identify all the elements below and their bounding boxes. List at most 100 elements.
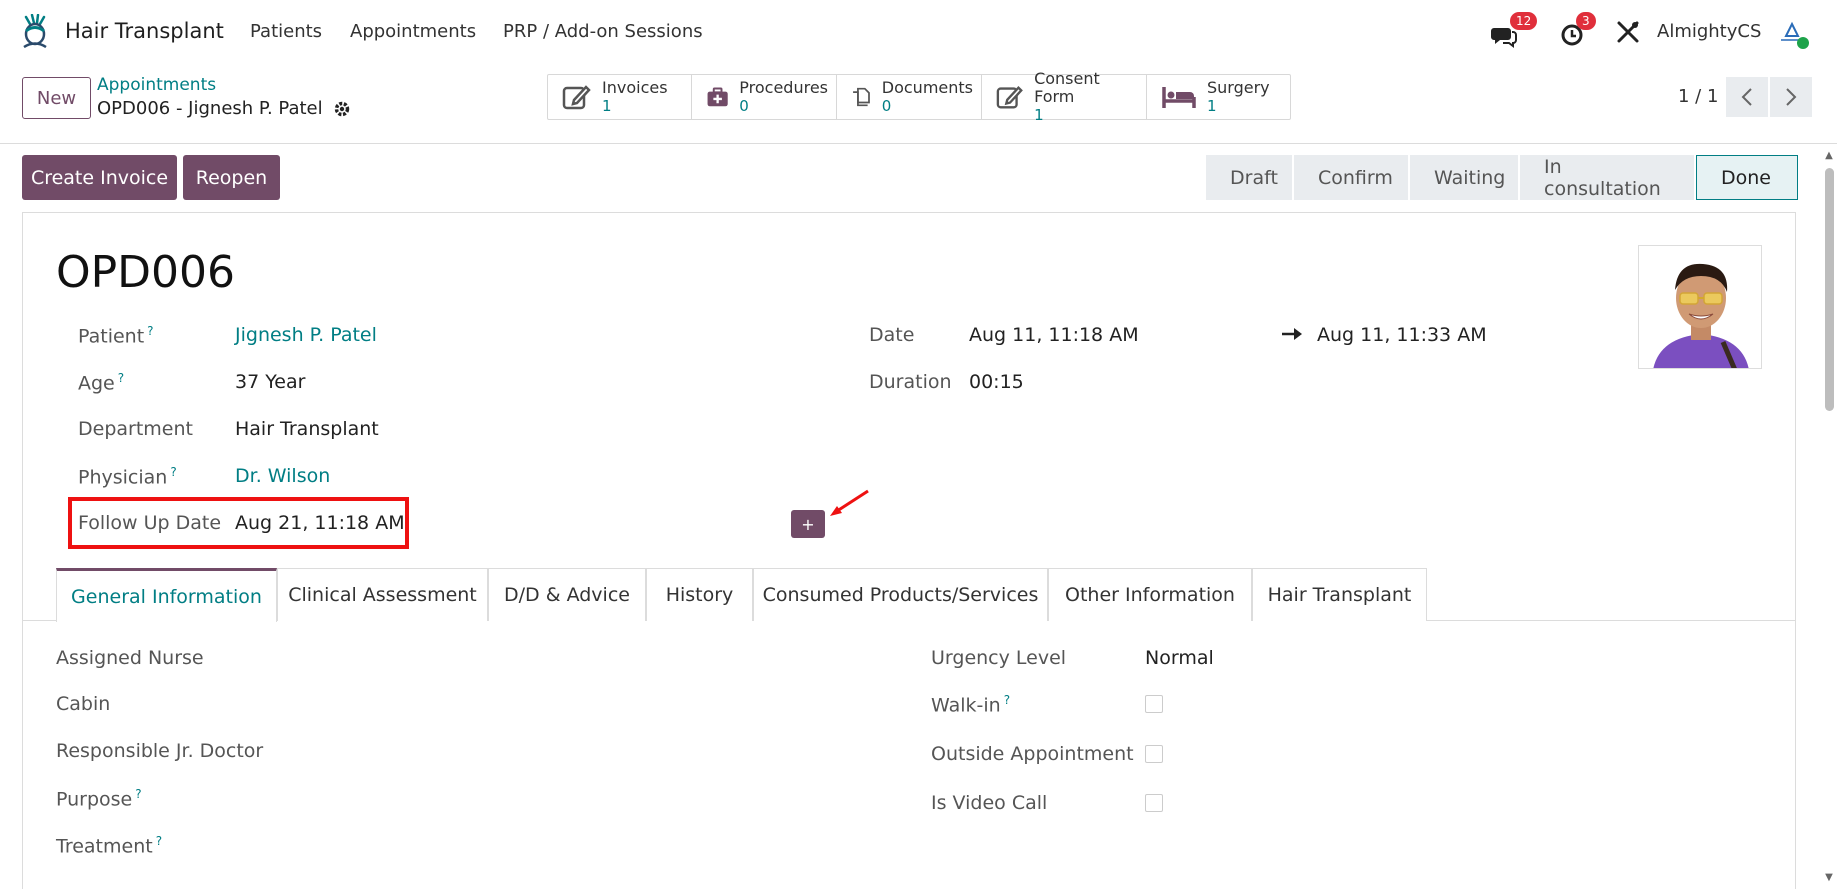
- procedures-count: 0: [739, 97, 749, 115]
- walk-in-label: Walk-in?: [931, 693, 1011, 717]
- record-title: OPD006: [56, 247, 236, 298]
- age-label: Age?: [78, 371, 125, 395]
- patient-label: Patient?: [78, 324, 154, 348]
- menu-appointments[interactable]: Appointments: [350, 21, 476, 42]
- tab-hair-transplant[interactable]: Hair Transplant: [1252, 568, 1427, 621]
- debug-tools-button[interactable]: [1616, 20, 1646, 50]
- tab-dd-advice[interactable]: D/D & Advice: [488, 568, 646, 621]
- treatment-label: Treatment?: [56, 834, 163, 858]
- red-arrow-annotation-icon: [830, 489, 869, 516]
- tab-general-information[interactable]: General Information: [56, 568, 277, 622]
- invoices-count: 1: [602, 97, 612, 115]
- breadcrumb-appointments[interactable]: Appointments: [97, 75, 216, 95]
- stage-waiting[interactable]: Waiting: [1410, 155, 1518, 200]
- smart-button-invoices[interactable]: Invoices 1: [548, 75, 692, 119]
- duration-value: 00:15: [969, 371, 1024, 393]
- outside-appointment-label: Outside Appointment: [931, 743, 1134, 765]
- surgery-count: 1: [1207, 97, 1217, 115]
- app-name[interactable]: Hair Transplant: [65, 19, 224, 43]
- procedures-label: Procedures: [739, 78, 828, 97]
- documents-count: 0: [881, 97, 892, 115]
- purpose-label: Purpose?: [56, 787, 142, 811]
- responsible-jr-doctor-label: Responsible Jr. Doctor: [56, 740, 264, 762]
- invoices-label: Invoices: [602, 78, 668, 97]
- stage-done[interactable]: Done: [1696, 155, 1798, 200]
- tab-clinical-assessment[interactable]: Clinical Assessment: [277, 568, 488, 621]
- arrow-right-icon: [1282, 328, 1302, 340]
- hair-transplant-logo-icon: [23, 14, 47, 48]
- files-icon: [853, 87, 870, 107]
- smart-button-surgery[interactable]: Surgery 1: [1147, 75, 1290, 119]
- status-bar: Draft Confirm Waiting In consultation Do…: [1206, 155, 1800, 200]
- tab-consumed-products[interactable]: Consumed Products/Services: [753, 568, 1048, 621]
- cabin-label: Cabin: [56, 693, 111, 715]
- reopen-button[interactable]: Reopen: [183, 155, 280, 200]
- urgency-level-label: Urgency Level: [931, 647, 1067, 669]
- scrollbar-thumb[interactable]: [1825, 168, 1834, 411]
- messages-button[interactable]: 12: [1490, 12, 1538, 48]
- date-end-value[interactable]: Aug 11, 11:33 AM: [1317, 324, 1487, 346]
- help-icon[interactable]: ?: [156, 834, 162, 848]
- department-value: Hair Transplant: [235, 418, 379, 440]
- form-sheet: [22, 212, 1796, 889]
- scroll-up-arrow[interactable]: ▲: [1823, 150, 1835, 162]
- user-menu-name[interactable]: AlmightyCS: [1657, 21, 1761, 42]
- bed-icon: [1162, 87, 1196, 108]
- walk-in-checkbox[interactable]: [1145, 695, 1163, 713]
- stage-draft[interactable]: Draft: [1206, 155, 1292, 200]
- surgery-label: Surgery: [1207, 78, 1270, 97]
- smart-button-consent-form[interactable]: Consent Form 1: [982, 70, 1147, 124]
- pager-value[interactable]: 1 / 1: [1678, 86, 1718, 107]
- company-logo-icon: [1781, 21, 1809, 49]
- company-avatar[interactable]: [1778, 20, 1810, 50]
- is-video-call-label: Is Video Call: [931, 792, 1048, 814]
- pager-next-button[interactable]: [1770, 77, 1812, 117]
- patient-avatar[interactable]: [1638, 245, 1762, 369]
- help-icon[interactable]: ?: [118, 371, 124, 385]
- stage-confirm[interactable]: Confirm: [1294, 155, 1408, 200]
- tab-history[interactable]: History: [646, 568, 753, 621]
- documents-label: Documents: [881, 78, 973, 97]
- department-label: Department: [78, 418, 193, 440]
- menu-prp-sessions[interactable]: PRP / Add-on Sessions: [503, 21, 703, 42]
- consent-form-count: 1: [1034, 106, 1044, 124]
- breadcrumb-current: OPD006 - Jignesh P. Patel: [97, 98, 351, 119]
- pencil-square-icon: [562, 85, 591, 110]
- help-icon[interactable]: ?: [135, 787, 141, 801]
- pager-previous-button[interactable]: [1726, 77, 1768, 117]
- pencil-square-icon: [996, 85, 1023, 109]
- is-video-call-checkbox[interactable]: [1145, 794, 1163, 812]
- outside-appointment-checkbox[interactable]: [1145, 745, 1163, 763]
- smart-button-documents[interactable]: Documents 0: [837, 75, 982, 119]
- help-icon[interactable]: ?: [1004, 693, 1010, 707]
- tools-icon: [1617, 21, 1639, 43]
- breadcrumb-current-label: OPD006 - Jignesh P. Patel: [97, 98, 323, 119]
- date-start-value[interactable]: Aug 11, 11:18 AM: [969, 324, 1139, 346]
- activities-badge: 3: [1576, 12, 1596, 30]
- new-button[interactable]: New: [22, 77, 91, 119]
- activities-button[interactable]: 3: [1560, 12, 1596, 46]
- gear-icon[interactable]: [333, 100, 351, 118]
- patient-photo-icon: [1639, 246, 1761, 368]
- follow-up-value[interactable]: Aug 21, 11:18 AM: [235, 512, 405, 534]
- app-logo[interactable]: [20, 14, 50, 48]
- assigned-nurse-label: Assigned Nurse: [56, 647, 204, 669]
- patient-value[interactable]: Jignesh P. Patel: [235, 324, 377, 346]
- smart-buttons: Invoices 1 Procedures 0 Documents 0 Consent…: [547, 70, 1291, 124]
- menu-patients[interactable]: Patients: [250, 21, 322, 42]
- scroll-down-arrow[interactable]: ▼: [1823, 872, 1835, 884]
- stage-in-consultation[interactable]: In consultation: [1520, 155, 1694, 200]
- smart-button-procedures[interactable]: Procedures 0: [692, 75, 837, 119]
- help-icon[interactable]: ?: [170, 465, 176, 479]
- tab-other-information[interactable]: Other Information: [1048, 568, 1252, 621]
- date-label: Date: [869, 324, 915, 346]
- add-follow-up-button[interactable]: +: [791, 510, 825, 538]
- medical-kit-icon: [707, 87, 728, 107]
- help-icon[interactable]: ?: [147, 324, 153, 338]
- urgency-level-value[interactable]: Normal: [1145, 647, 1214, 669]
- create-invoice-button[interactable]: Create Invoice: [22, 155, 177, 200]
- physician-label: Physician?: [78, 465, 177, 489]
- messages-badge: 12: [1510, 12, 1538, 30]
- physician-value[interactable]: Dr. Wilson: [235, 465, 330, 487]
- consent-form-label: Consent Form: [1034, 69, 1100, 106]
